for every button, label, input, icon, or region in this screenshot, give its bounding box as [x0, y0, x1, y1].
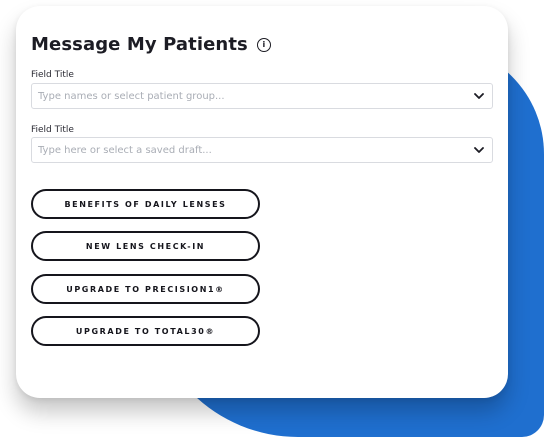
panel-title: Message My Patients [31, 34, 248, 55]
panel-header: Message My Patients i [31, 34, 271, 55]
info-icon[interactable]: i [256, 37, 271, 52]
chevron-down-icon[interactable] [474, 91, 484, 101]
message-placeholder: Type here or select a saved draft... [38, 144, 212, 156]
message-select[interactable]: Type here or select a saved draft... [31, 137, 493, 163]
recipients-select[interactable]: Type names or select patient group... [31, 83, 493, 109]
message-patients-panel: Message My Patients i Field Title Type n… [16, 6, 508, 398]
recipients-field-label: Field Title [31, 70, 74, 80]
recipients-placeholder: Type names or select patient group... [38, 90, 225, 102]
benefits-of-daily-lenses-button[interactable]: BENEFITS OF DAILY LENSES [31, 189, 260, 219]
chevron-down-icon[interactable] [474, 145, 484, 155]
new-lens-check-in-button[interactable]: NEW LENS CHECK-IN [31, 231, 260, 261]
upgrade-to-precision1-button[interactable]: UPGRADE TO PRECISION1® [31, 274, 260, 304]
message-field-label: Field Title [31, 125, 74, 135]
upgrade-to-total30-button[interactable]: UPGRADE TO TOTAL30® [31, 316, 260, 346]
